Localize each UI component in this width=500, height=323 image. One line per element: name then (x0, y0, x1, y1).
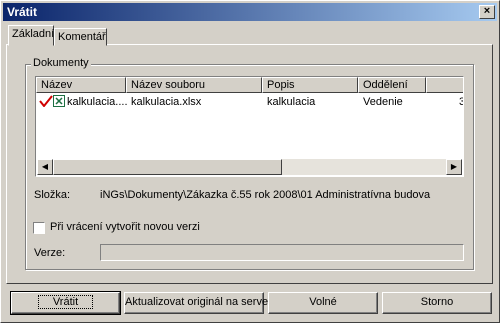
tab-basic-label: Základní (12, 28, 55, 40)
horizontal-scrollbar[interactable]: ◀ ▶ (37, 159, 462, 175)
row-filename: kalkulacia.xlsx (131, 96, 202, 108)
excel-file-icon (53, 95, 65, 110)
update-original-button-label: Aktualizovat originál na serveru (125, 296, 278, 308)
new-version-checkbox[interactable] (33, 222, 45, 234)
scrollbar-thumb[interactable] (53, 159, 282, 175)
cancel-button[interactable]: Storno (382, 292, 492, 314)
new-version-label: Při vrácení vytvořit novou verzi (50, 221, 200, 233)
title-bar: Vrátit × (3, 3, 497, 21)
documents-group-label: Dokumenty (31, 57, 91, 69)
version-label: Verze: (34, 247, 66, 259)
row-overflow: 3 (459, 96, 463, 108)
update-original-button[interactable]: Aktualizovat originál na serveru (124, 292, 278, 314)
row-description: kalkulacia (267, 96, 316, 108)
tab-comment[interactable]: Komentář (54, 28, 107, 46)
tab-basic[interactable]: Základní (8, 25, 54, 46)
row-name: kalkulacia.... (67, 96, 128, 108)
folder-label: Složka: (34, 189, 71, 201)
row-department: Vedenie (363, 96, 403, 108)
free-button-label: Volné (309, 296, 337, 308)
column-header-extra[interactable] (426, 77, 463, 93)
free-button[interactable]: Volné (268, 292, 378, 314)
scroll-left-icon[interactable]: ◀ (37, 159, 53, 175)
column-header-name[interactable]: Název (36, 77, 126, 93)
tab-comment-label: Komentář (58, 31, 106, 43)
cancel-button-label: Storno (420, 296, 454, 308)
column-header-department[interactable]: Oddělení (358, 77, 426, 93)
documents-list[interactable]: Název Název souboru Popis Oddělení kalku… (35, 76, 464, 177)
column-header-filename[interactable]: Název souboru (126, 77, 262, 93)
checkmark-icon (39, 95, 53, 110)
return-button-label: Vrátit (37, 295, 94, 309)
folder-path: iNGs\Dokumenty\Zákazka č.55 rok 2008\01 … (100, 189, 431, 201)
column-header-description[interactable]: Popis (262, 77, 358, 93)
return-button[interactable]: Vrátit (10, 291, 121, 315)
scroll-right-icon[interactable]: ▶ (446, 159, 462, 175)
close-button[interactable]: × (479, 5, 495, 19)
window-title: Vrátit (7, 5, 38, 19)
version-field[interactable] (100, 244, 464, 261)
